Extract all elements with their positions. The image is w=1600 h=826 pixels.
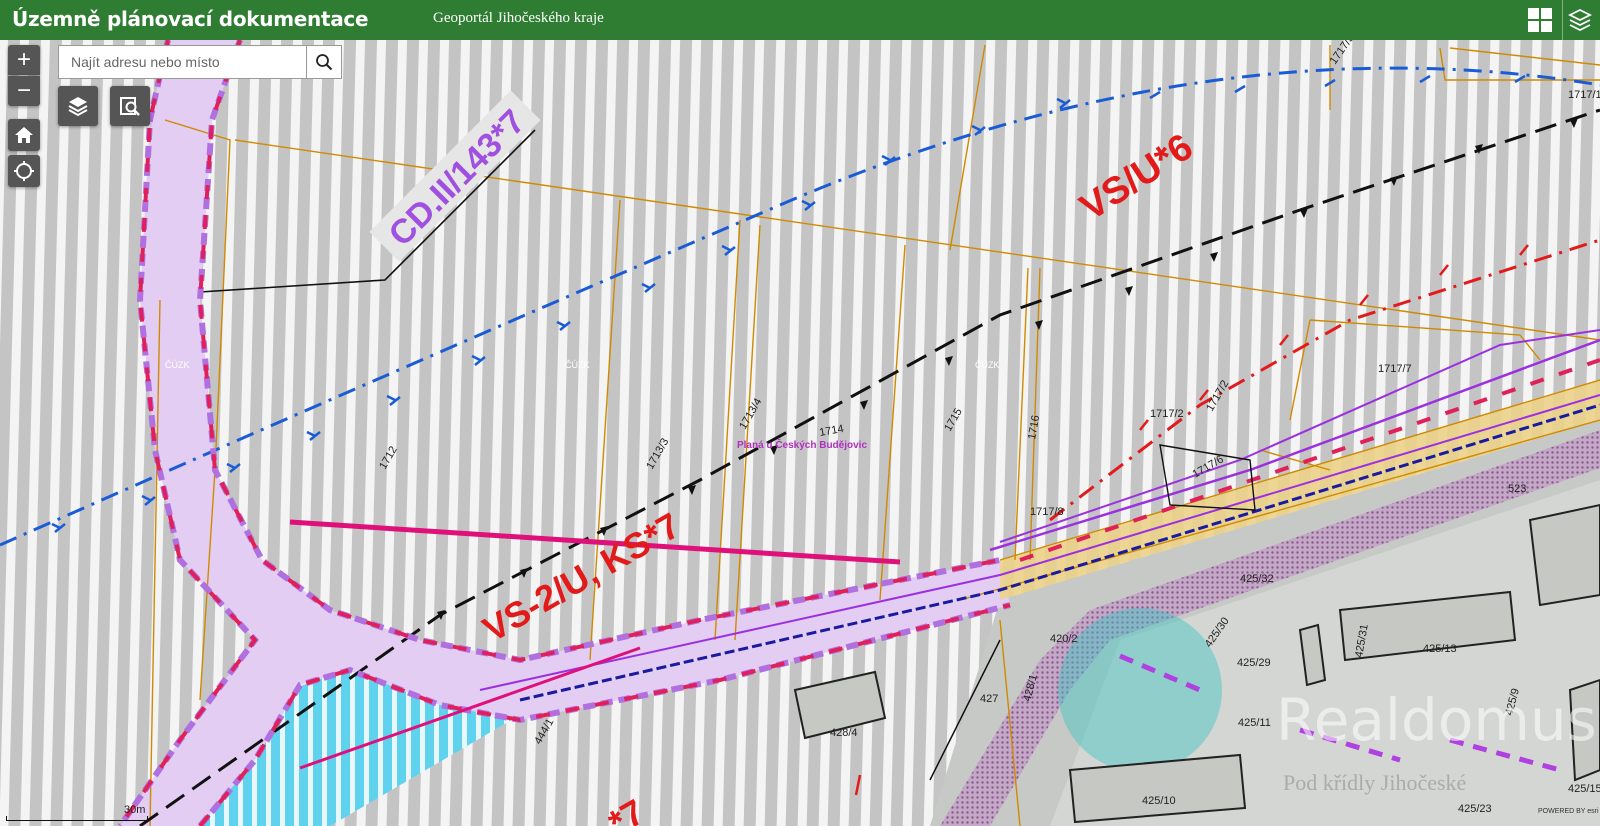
app-header: Územně plánovací dokumentace Geoportál J…: [0, 0, 1600, 40]
parcel-label: 425/11: [1238, 717, 1271, 729]
parcel-label: 425/13: [1423, 643, 1457, 655]
watermark-logo: Realdomus: [1276, 686, 1597, 754]
search-icon: [316, 54, 333, 71]
layers-icon: [1568, 8, 1592, 32]
parcel-label: 425/29: [1237, 657, 1271, 669]
locate-icon: [14, 161, 34, 181]
cuzk-mark: ČÚZK: [565, 360, 590, 370]
app-title: Územně plánovací dokumentace: [12, 7, 369, 31]
municipality-label: Planá u Českých Budějovic: [737, 438, 867, 451]
app-subtitle: Geoportál Jihočeského kraje: [433, 10, 604, 26]
locate-button[interactable]: [8, 155, 40, 187]
home-button[interactable]: [8, 119, 40, 151]
zoom-in-button[interactable]: +: [8, 45, 40, 75]
parcel-label: 1717/7: [1378, 363, 1412, 375]
query-icon: [120, 97, 140, 116]
parcel-label: 428/4: [830, 727, 858, 739]
search-button[interactable]: [306, 46, 341, 78]
parcel-label: 427: [980, 693, 998, 705]
watermark-tagline: Pod křídly Jihočeské: [1283, 770, 1467, 795]
home-icon: [15, 127, 33, 143]
cuzk-mark: ČÚZK: [975, 360, 1000, 370]
query-button[interactable]: [110, 86, 150, 126]
widget-grid-button[interactable]: [1523, 0, 1557, 40]
grid-icon: [1528, 8, 1552, 32]
cuzk-mark: ČÚZK: [165, 360, 190, 370]
zoom-out-button[interactable]: −: [8, 76, 40, 106]
parcel-label: 523: [1508, 483, 1526, 495]
parcel-label: 1717/8: [1030, 506, 1064, 518]
esri-attribution[interactable]: POWERED BY esri: [1538, 808, 1599, 815]
parcel-label: 420/2: [1050, 633, 1078, 645]
header-layers-button[interactable]: [1562, 0, 1597, 40]
search-input[interactable]: [59, 46, 309, 78]
parcel-label: 425/15: [1568, 783, 1600, 795]
search-widget: [58, 45, 342, 79]
layer-list-icon: [68, 97, 88, 117]
layer-list-button[interactable]: [58, 86, 98, 126]
scale-bar-line: [6, 816, 148, 821]
parcel-label: 425/32: [1240, 573, 1274, 585]
parcel-label: 425/10: [1142, 795, 1176, 807]
parcel-label: 1717/1: [1568, 89, 1600, 101]
scale-label: 30m: [124, 804, 146, 816]
parcel-label: 425/23: [1458, 803, 1492, 815]
parcel-label: 1717/2: [1150, 408, 1184, 420]
